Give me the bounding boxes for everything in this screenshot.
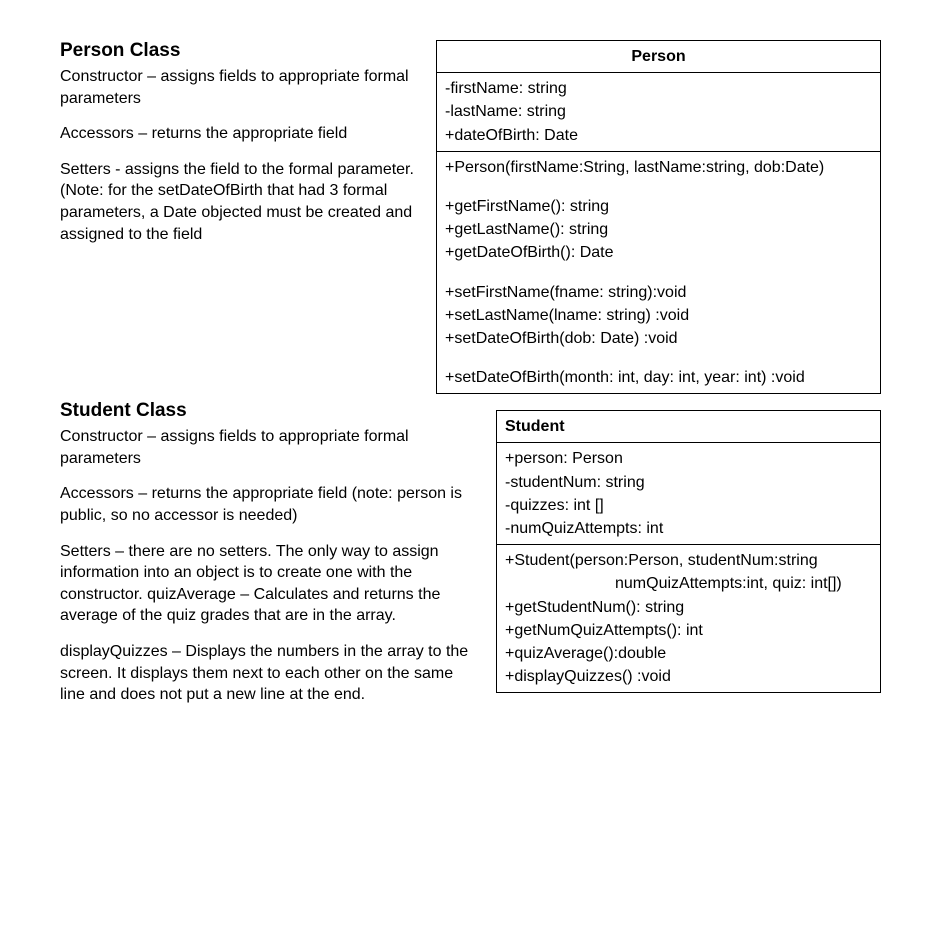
uml-person-m8: +setDateOfBirth(month: int, day: int, ye…: [445, 369, 805, 386]
uml-student-methods: +Student(person:Person, studentNum:strin…: [497, 545, 881, 693]
uml-student-m2: +getStudentNum(): string: [505, 599, 684, 616]
uml-student-m1a: +Student(person:Person, studentNum:strin…: [505, 552, 818, 569]
student-para-accessors: Accessors – returns the appropriate fiel…: [60, 483, 480, 526]
student-para-setters: Setters – there are no setters. The only…: [60, 541, 480, 627]
uml-student-m5: +displayQuizzes() :void: [505, 668, 671, 685]
uml-student-box: Student +person: Person -studentNum: str…: [496, 410, 881, 693]
uml-person-m7: +setDateOfBirth(dob: Date) :void: [445, 330, 678, 347]
uml-student-attr4: -numQuizAttempts: int: [505, 520, 663, 537]
person-row: Person Class Constructor – assigns field…: [60, 40, 881, 394]
uml-student-attr2: -studentNum: string: [505, 474, 645, 491]
uml-person-m5: +setFirstName(fname: string):void: [445, 284, 686, 301]
person-uml-column: Person -firstName: string -lastName: str…: [436, 40, 881, 394]
uml-person-attr2: -lastName: string: [445, 103, 566, 120]
person-para-accessors: Accessors – returns the appropriate fiel…: [60, 123, 430, 145]
uml-student-title: Student: [497, 411, 881, 443]
uml-student-attr1: +person: Person: [505, 450, 623, 467]
uml-person-box: Person -firstName: string -lastName: str…: [436, 40, 881, 394]
person-para-setters: Setters - assigns the field to the forma…: [60, 159, 430, 245]
uml-person-title: Person: [437, 41, 881, 73]
person-heading: Person Class: [60, 40, 430, 62]
person-text-column: Person Class Constructor – assigns field…: [60, 40, 436, 259]
uml-person-m6: +setLastName(lname: string) :void: [445, 307, 689, 324]
uml-person-attr1: -firstName: string: [445, 80, 567, 97]
uml-student-attr3: -quizzes: int []: [505, 497, 604, 514]
uml-student-m1b: numQuizAttempts:int, quiz: int[]): [505, 572, 872, 595]
uml-person-m4: +getDateOfBirth(): Date: [445, 244, 614, 261]
uml-person-m2: +getFirstName(): string: [445, 198, 609, 215]
student-text-column: Student Class Constructor – assigns fiel…: [60, 400, 490, 720]
student-row: Student Class Constructor – assigns fiel…: [60, 400, 881, 720]
student-para-constructor: Constructor – assigns fields to appropri…: [60, 426, 480, 469]
student-heading: Student Class: [60, 400, 480, 422]
uml-person-m1: +Person(firstName:String, lastName:strin…: [445, 159, 824, 176]
student-para-display: displayQuizzes – Displays the numbers in…: [60, 641, 480, 706]
uml-student-m4: +quizAverage():double: [505, 645, 666, 662]
uml-person-attributes: -firstName: string -lastName: string +da…: [437, 73, 881, 152]
student-uml-column: Student +person: Person -studentNum: str…: [490, 400, 881, 693]
uml-person-m3: +getLastName(): string: [445, 221, 608, 238]
uml-student-m3: +getNumQuizAttempts(): int: [505, 622, 703, 639]
person-para-constructor: Constructor – assigns fields to appropri…: [60, 66, 430, 109]
uml-person-methods: +Person(firstName:String, lastName:strin…: [437, 151, 881, 394]
uml-student-attributes: +person: Person -studentNum: string -qui…: [497, 443, 881, 545]
uml-person-attr3: +dateOfBirth: Date: [445, 127, 578, 144]
